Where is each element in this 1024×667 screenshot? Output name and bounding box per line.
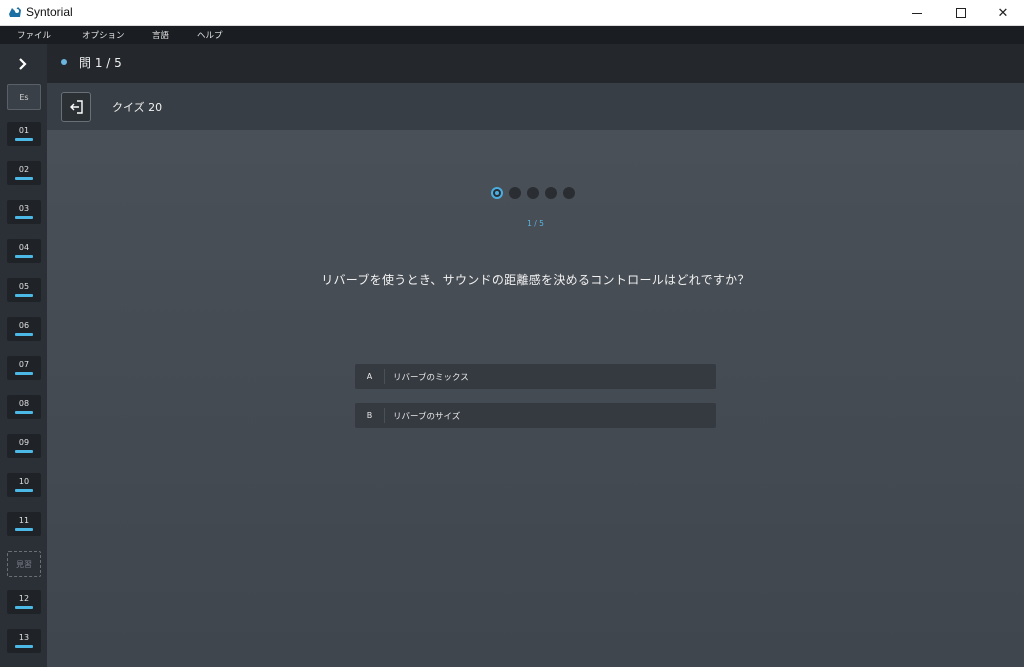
lesson-number: 06: [18, 321, 30, 330]
question-counter: 問 1 / 5: [79, 56, 122, 70]
question-text: リバーブを使うとき、サウンドの距離感を決めるコントロールはどれですか？: [321, 273, 750, 287]
lesson-progress-bar: [15, 255, 33, 258]
option-letter: A: [355, 369, 385, 384]
lesson-button-09[interactable]: 09: [7, 434, 41, 458]
lesson-progress-bar: [15, 177, 33, 180]
lesson-button-05[interactable]: 05: [7, 278, 41, 302]
menu-help[interactable]: ヘルプ: [197, 29, 223, 41]
lesson-progress-bar: [15, 138, 33, 141]
lesson-progress-bar: [15, 294, 33, 297]
quiz-title: クイズ 20: [112, 101, 163, 114]
lesson-number: 11: [18, 516, 30, 525]
maximize-icon: [956, 8, 966, 18]
lesson-sidebar: Es 01 02 03 04 05 06 07 08 09 10 11 見習 1…: [0, 44, 47, 667]
review-button[interactable]: 見習: [7, 551, 41, 577]
progress-dot: [527, 187, 539, 199]
lesson-button-01[interactable]: 01: [7, 122, 41, 146]
progress-dot-active: [491, 187, 503, 199]
chevron-right-icon: [19, 58, 27, 70]
progress-dot: [545, 187, 557, 199]
minimize-button[interactable]: [894, 0, 940, 26]
lesson-progress-bar: [15, 333, 33, 336]
option-text: リバーブのミックス: [393, 372, 469, 383]
lesson-progress-bar: [15, 372, 33, 375]
minimize-icon: [912, 12, 922, 14]
status-dot-icon: [61, 59, 67, 65]
lesson-number: 05: [18, 282, 30, 291]
quiz-content: 1 / 5 リバーブを使うとき、サウンドの距離感を決めるコントロールはどれですか…: [47, 130, 1024, 667]
menu-bar: ファイル オプション 言語 ヘルプ: [0, 26, 1024, 44]
lesson-button-11[interactable]: 11: [7, 512, 41, 536]
option-text: リバーブのサイズ: [393, 411, 461, 422]
lesson-button-12[interactable]: 12: [7, 590, 41, 614]
lesson-number: 03: [18, 204, 30, 213]
progress-dot: [509, 187, 521, 199]
lesson-button-10[interactable]: 10: [7, 473, 41, 497]
progress-dots: [491, 187, 575, 199]
lesson-progress-bar: [15, 450, 33, 453]
lesson-number: 10: [18, 477, 30, 486]
question-header: 問 1 / 5: [47, 44, 1024, 83]
answer-option-b[interactable]: B リバーブのサイズ: [355, 403, 716, 428]
menu-language[interactable]: 言語: [152, 29, 169, 41]
lesson-number: 09: [18, 438, 30, 447]
exit-quiz-button[interactable]: [61, 92, 91, 122]
lesson-progress-bar: [15, 411, 33, 414]
lesson-button-13[interactable]: 13: [7, 629, 41, 653]
option-letter: B: [355, 408, 385, 423]
title-bar: Syntorial ✕: [0, 0, 1024, 26]
lesson-progress-bar: [15, 489, 33, 492]
close-icon: ✕: [997, 5, 1009, 21]
lesson-button-04[interactable]: 04: [7, 239, 41, 263]
close-button[interactable]: ✕: [980, 0, 1024, 26]
progress-dot: [563, 187, 575, 199]
lesson-number: 13: [18, 633, 30, 642]
sidebar-toggle-button[interactable]: [8, 52, 38, 76]
essentials-button[interactable]: Es: [7, 84, 41, 110]
maximize-button[interactable]: [938, 0, 984, 26]
lesson-number: 08: [18, 399, 30, 408]
lesson-button-03[interactable]: 03: [7, 200, 41, 224]
lesson-button-08[interactable]: 08: [7, 395, 41, 419]
lesson-progress-bar: [15, 216, 33, 219]
lesson-number: 12: [18, 594, 30, 603]
lesson-number: 07: [18, 360, 30, 369]
quiz-header: クイズ 20: [47, 83, 1024, 130]
lesson-progress-bar: [15, 606, 33, 609]
menu-options[interactable]: オプション: [82, 29, 125, 41]
lesson-number: 04: [18, 243, 30, 252]
lesson-progress-bar: [15, 645, 33, 648]
progress-text: 1 / 5: [527, 219, 544, 228]
lesson-number: 02: [18, 165, 30, 174]
exit-icon: [70, 100, 83, 114]
lesson-progress-bar: [15, 528, 33, 531]
lesson-button-06[interactable]: 06: [7, 317, 41, 341]
lesson-button-07[interactable]: 07: [7, 356, 41, 380]
lesson-button-02[interactable]: 02: [7, 161, 41, 185]
lesson-number: 01: [18, 126, 30, 135]
app-logo-icon: [9, 7, 21, 17]
menu-file[interactable]: ファイル: [17, 29, 51, 41]
answer-option-a[interactable]: A リバーブのミックス: [355, 364, 716, 389]
window-title: Syntorial: [26, 5, 73, 19]
